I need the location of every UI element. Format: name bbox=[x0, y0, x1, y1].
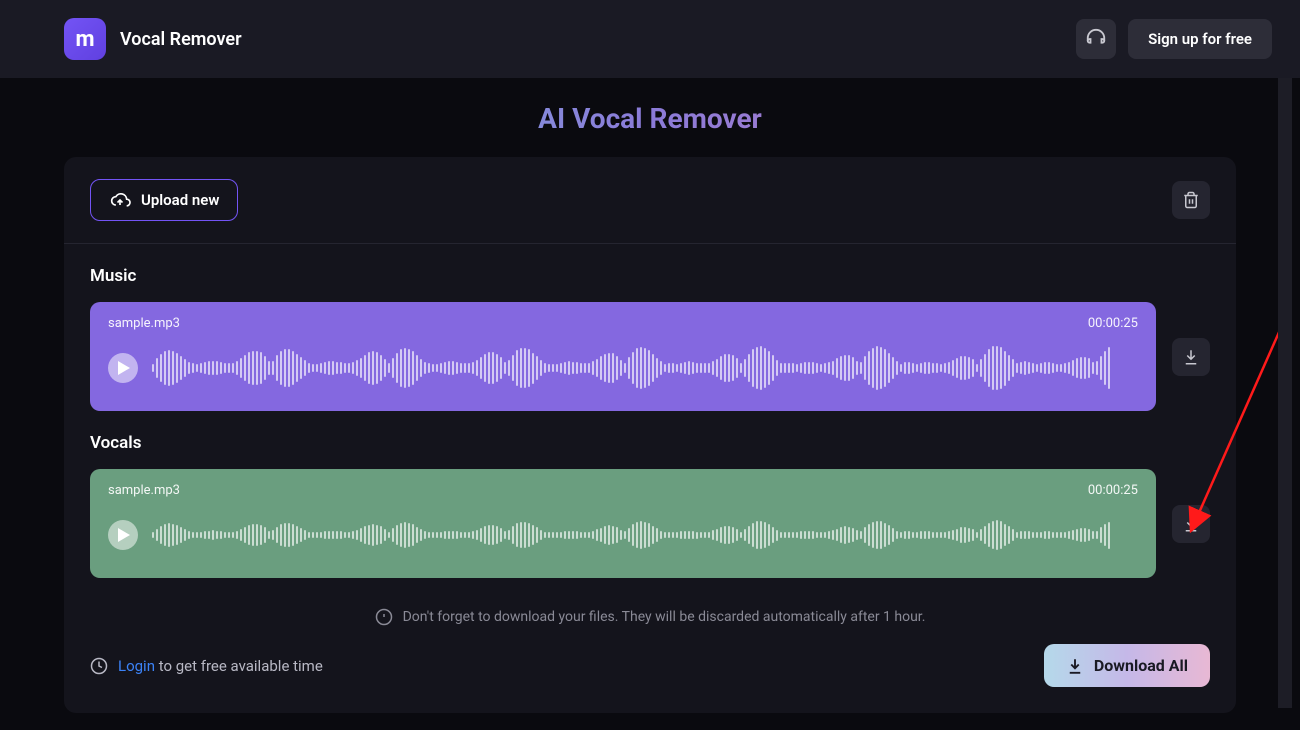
info-icon bbox=[375, 608, 393, 626]
download-icon bbox=[1066, 657, 1084, 675]
download-icon bbox=[1182, 348, 1200, 366]
login-tail: to get free available time bbox=[155, 657, 323, 675]
music-filename: sample.mp3 bbox=[108, 316, 180, 331]
music-waveform[interactable] bbox=[152, 341, 1138, 395]
signup-button[interactable]: Sign up for free bbox=[1128, 19, 1272, 59]
vocals-waveform[interactable] bbox=[152, 508, 1138, 562]
music-section-title: Music bbox=[90, 266, 1210, 286]
app-title: Vocal Remover bbox=[120, 29, 242, 50]
vocals-section-title: Vocals bbox=[90, 433, 1210, 453]
main-card: Upload new Music sample.mp3 00:00:25 bbox=[64, 157, 1236, 713]
vocals-track-card: sample.mp3 00:00:25 bbox=[90, 469, 1156, 578]
vocals-download-button[interactable] bbox=[1172, 505, 1210, 543]
login-row: Login to get free available time bbox=[90, 657, 323, 675]
page-title: AI Vocal Remover bbox=[0, 102, 1300, 135]
music-duration: 00:00:25 bbox=[1088, 316, 1138, 331]
vocals-track-row: sample.mp3 00:00:25 bbox=[90, 469, 1210, 578]
support-button[interactable] bbox=[1076, 19, 1116, 59]
music-track-body bbox=[108, 341, 1138, 395]
headset-icon bbox=[1085, 28, 1107, 50]
vocals-section: Vocals sample.mp3 00:00:25 bbox=[64, 411, 1236, 578]
music-download-button[interactable] bbox=[1172, 338, 1210, 376]
vertical-scrollbar[interactable] bbox=[1278, 78, 1292, 708]
download-all-label: Download All bbox=[1094, 656, 1188, 675]
music-track-card: sample.mp3 00:00:25 bbox=[90, 302, 1156, 411]
vocals-track-header: sample.mp3 00:00:25 bbox=[108, 483, 1138, 498]
footer-row: Login to get free available time Downloa… bbox=[64, 644, 1236, 713]
delete-button[interactable] bbox=[1172, 181, 1210, 219]
discard-notice: Don't forget to download your files. The… bbox=[64, 578, 1236, 644]
download-all-button[interactable]: Download All bbox=[1044, 644, 1210, 687]
vocals-track-body bbox=[108, 508, 1138, 562]
music-track-header: sample.mp3 00:00:25 bbox=[108, 316, 1138, 331]
upload-label: Upload new bbox=[141, 191, 219, 209]
music-play-button[interactable] bbox=[108, 353, 138, 383]
app-logo[interactable]: m bbox=[64, 18, 106, 60]
notice-text: Don't forget to download your files. The… bbox=[403, 609, 926, 625]
cloud-upload-icon bbox=[109, 190, 131, 210]
vocals-play-button[interactable] bbox=[108, 520, 138, 550]
login-link[interactable]: Login bbox=[118, 657, 155, 675]
clock-icon bbox=[90, 657, 108, 675]
download-icon bbox=[1182, 515, 1200, 533]
trash-icon bbox=[1182, 191, 1200, 209]
play-icon bbox=[118, 528, 130, 542]
vocals-filename: sample.mp3 bbox=[108, 483, 180, 498]
music-track-row: sample.mp3 00:00:25 bbox=[90, 302, 1210, 411]
header-right: Sign up for free bbox=[1076, 19, 1272, 59]
vocals-duration: 00:00:25 bbox=[1088, 483, 1138, 498]
upload-button[interactable]: Upload new bbox=[90, 179, 238, 221]
play-icon bbox=[118, 361, 130, 375]
header-left: m Vocal Remover bbox=[64, 18, 242, 60]
music-section: Music sample.mp3 00:00:25 bbox=[64, 244, 1236, 411]
app-header: m Vocal Remover Sign up for free bbox=[0, 0, 1300, 78]
card-toolbar: Upload new bbox=[64, 157, 1236, 244]
